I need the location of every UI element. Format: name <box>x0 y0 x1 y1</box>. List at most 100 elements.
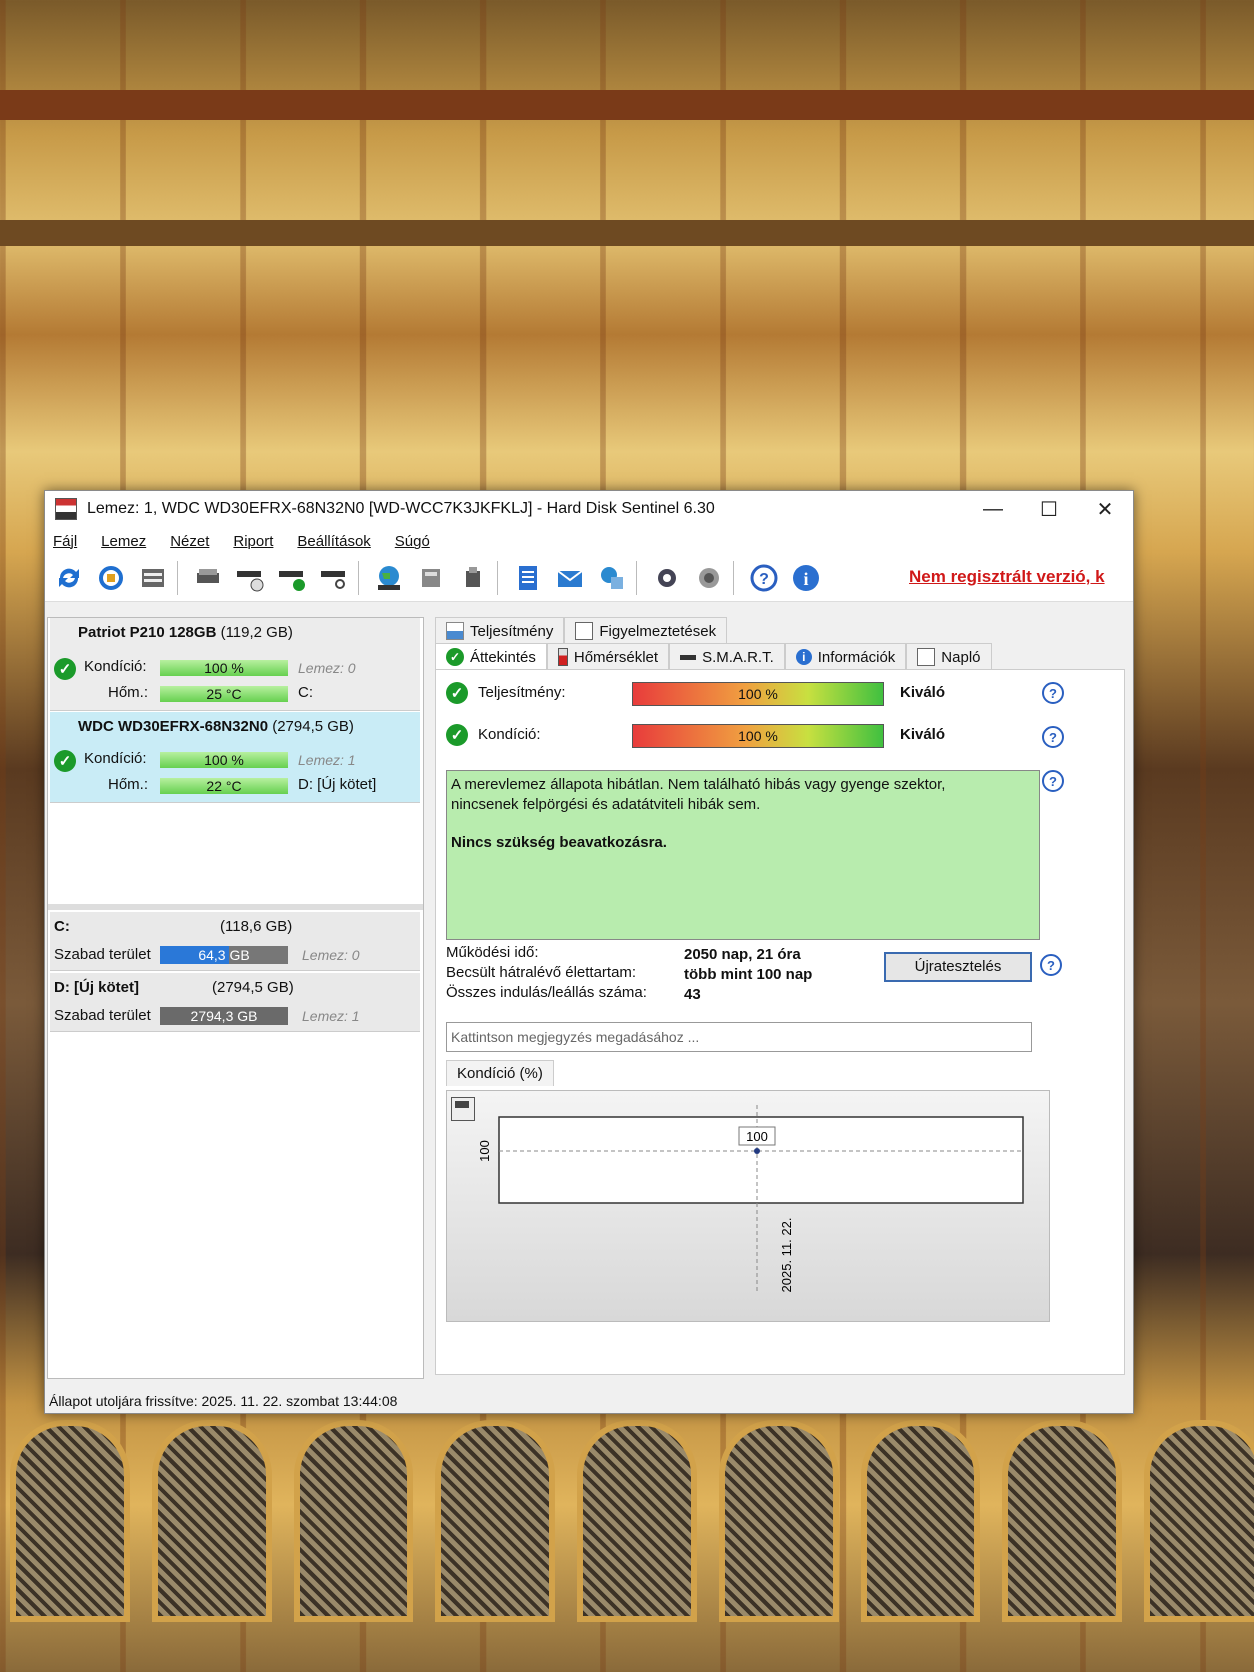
background-band <box>0 90 1254 120</box>
data-label: 100 <box>746 1129 768 1144</box>
document-icon <box>575 622 594 640</box>
start-count-value: 43 <box>684 986 701 1003</box>
start-count-label: Összes indulás/leállás száma: <box>446 984 647 1001</box>
help-icon[interactable]: ? <box>1040 954 1062 976</box>
free-space-bar: 2794,3 GB <box>160 1007 288 1025</box>
performance-verdict: Kiváló <box>900 684 946 701</box>
tab-row-1: Teljesítmény Figyelmeztetések <box>435 617 728 644</box>
help-icon[interactable]: ? <box>746 560 782 596</box>
sound-icon[interactable] <box>691 560 727 596</box>
status-message-box: A merevlemez állapota hibátlan. Nem talá… <box>446 770 1040 940</box>
condition-bar: 100 % <box>160 752 288 768</box>
free-space-bar: 64,3 GB <box>160 946 288 964</box>
chart-icon <box>446 622 464 640</box>
panel-divider <box>48 904 423 910</box>
gear-icon[interactable] <box>649 560 685 596</box>
tab-performance[interactable]: Teljesítmény <box>435 617 565 644</box>
condition-chart-area: 100 100 2025. 11. 22. <box>446 1090 1050 1322</box>
disk-check-icon[interactable] <box>274 560 310 596</box>
email-icon[interactable] <box>552 560 588 596</box>
svg-text:?: ? <box>759 571 769 588</box>
menu-help[interactable]: Súgó <box>395 533 430 550</box>
maximize-button[interactable]: ☐ <box>1021 491 1077 527</box>
details-panel: Teljesítmény Figyelmeztetések ✓ Áttekinté… <box>431 617 1127 1377</box>
status-message-line: A merevlemez állapota hibátlan. Nem talá… <box>451 776 946 793</box>
thermometer-icon <box>557 648 568 666</box>
tab-temperature[interactable]: Hőmérséklet <box>546 643 670 670</box>
condition-bar: 100 % <box>160 660 288 676</box>
tab-smart[interactable]: S.M.A.R.T. <box>669 643 785 670</box>
condition-chart: 100 100 2025. 11. 22. <box>477 1105 1024 1292</box>
remaining-life-value: több mint 100 nap <box>684 966 813 983</box>
background-band <box>0 220 1254 246</box>
menu-file[interactable]: Fájl <box>53 533 77 550</box>
globe-icon[interactable] <box>371 560 407 596</box>
performance-bar: 100 % <box>632 682 884 706</box>
retest-button[interactable]: Újratesztelés <box>884 952 1032 982</box>
disk-entry-0[interactable]: Patriot P210 128GB (119,2 GB) ✓ Kondíció… <box>50 618 420 711</box>
condition-label: Kondíció: <box>84 658 147 675</box>
tab-log[interactable]: Napló <box>906 643 992 670</box>
temp-bar: 25 °C <box>160 686 288 702</box>
volume-size: (2794,5 GB) <box>212 979 294 996</box>
disk-ref: Lemez: 0 <box>298 660 356 676</box>
tab-alerts[interactable]: Figyelmeztetések <box>564 617 728 644</box>
report-icon[interactable] <box>510 560 546 596</box>
background-arches <box>0 1420 1254 1622</box>
menu-view[interactable]: Nézet <box>170 533 209 550</box>
tab-information[interactable]: i Információk <box>784 643 907 670</box>
menu-settings[interactable]: Beállítások <box>297 533 370 550</box>
condition-label: Kondíció: <box>478 726 541 743</box>
title-bar: Lemez: 1, WDC WD30EFRX-68N32N0 [WD-WCC7K… <box>45 491 1133 527</box>
help-icon[interactable]: ? <box>1042 682 1064 704</box>
disk-panel: Patriot P210 128GB (119,2 GB) ✓ Kondíció… <box>47 617 424 1379</box>
svg-text:i: i <box>803 569 808 589</box>
disk-schedule-icon[interactable] <box>232 560 268 596</box>
performance-label: Teljesítmény: <box>478 684 566 701</box>
disk-surface-icon[interactable] <box>190 560 226 596</box>
info-icon[interactable]: i <box>788 560 824 596</box>
disk-name: WDC WD30EFRX-68N32N0 <box>78 718 269 735</box>
disk-ref: Lemez: 1 <box>302 1008 360 1024</box>
usb-disk-icon[interactable] <box>455 560 491 596</box>
close-button[interactable]: ✕ <box>1077 491 1133 527</box>
y-tick-label: 100 <box>477 1140 492 1162</box>
disk-list-icon[interactable] <box>135 560 171 596</box>
disk-entry-1[interactable]: WDC WD30EFRX-68N32N0 (2794,5 GB) ✓ Kondí… <box>50 712 420 803</box>
refresh-all-icon[interactable] <box>93 560 129 596</box>
status-bar: Állapot utoljára frissítve: 2025. 11. 22… <box>49 1393 398 1409</box>
menu-disk[interactable]: Lemez <box>101 533 146 550</box>
refresh-icon[interactable] <box>51 560 87 596</box>
condition-label: Kondíció: <box>84 750 147 767</box>
tab-overview[interactable]: ✓ Áttekintés <box>435 643 547 670</box>
uptime-label: Működési idő: <box>446 944 539 961</box>
help-icon[interactable]: ? <box>1042 726 1064 748</box>
volume-size: (118,6 GB) <box>220 918 293 935</box>
send-report-icon[interactable] <box>594 560 630 596</box>
disk-search-icon[interactable] <box>316 560 352 596</box>
overview-pane: ✓ Teljesítmény: 100 % Kiváló ? ✓ Kondíci… <box>435 669 1125 1375</box>
volume-entry-c[interactable]: C: (118,6 GB) Szabad terület 64,3 GB Lem… <box>50 912 420 971</box>
disk-name: Patriot P210 128GB <box>78 624 217 641</box>
info-icon: i <box>795 649 812 665</box>
note-input[interactable]: Kattintson megjegyzés megadásához ... <box>446 1022 1032 1052</box>
volume-name: C: <box>54 918 70 935</box>
menu-report[interactable]: Riport <box>233 533 273 550</box>
temp-label: Hőm.: <box>108 684 149 701</box>
remaining-life-label: Becsült hátralévő élettartam: <box>446 964 637 981</box>
network-disk-icon[interactable] <box>413 560 449 596</box>
temp-label: Hőm.: <box>108 776 149 793</box>
help-icon[interactable]: ? <box>1042 770 1064 792</box>
status-message-line: nincsenek felpörgési és adatátviteli hib… <box>451 796 761 813</box>
app-window: Lemez: 1, WDC WD30EFRX-68N32N0 [WD-WCC7K… <box>44 490 1134 1414</box>
temp-bar: 22 °C <box>160 778 288 794</box>
ok-check-icon: ✓ <box>54 658 76 680</box>
volume-entry-d[interactable]: D: [Új kötet] (2794,5 GB) Szabad terület… <box>50 973 420 1032</box>
disk-ref: Lemez: 1 <box>298 752 356 768</box>
unregistered-link[interactable]: Nem regisztrált verzió, k <box>909 567 1133 587</box>
chart-tab-condition[interactable]: Kondíció (%) <box>446 1060 554 1086</box>
minimize-button[interactable]: — <box>965 491 1021 527</box>
app-icon <box>55 498 77 520</box>
drive-letter: D: [Új kötet] <box>298 776 377 793</box>
data-point <box>754 1148 760 1154</box>
